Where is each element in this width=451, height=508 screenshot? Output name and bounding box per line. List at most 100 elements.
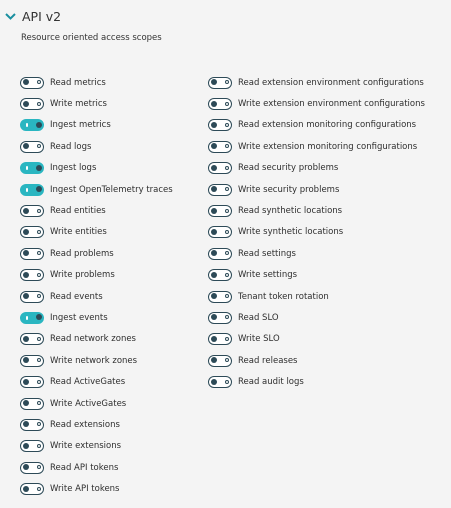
scope-row-write-api-tokens[interactable]: Write API tokens	[20, 478, 173, 499]
scope-row-read-metrics[interactable]: Read metrics	[20, 72, 173, 93]
scope-toggle[interactable]	[208, 183, 232, 196]
scope-toggle[interactable]	[208, 269, 232, 282]
scope-row-read-audit-logs[interactable]: Read audit logs	[208, 371, 425, 392]
toggle-ring	[224, 272, 229, 277]
scope-row-write-activegates[interactable]: Write ActiveGates	[20, 393, 173, 414]
scope-row-ingest-opentelemetry-traces[interactable]: Ingest OpenTelemetry traces	[20, 179, 173, 200]
toggle-ring	[36, 401, 41, 406]
scope-row-write-extensions[interactable]: Write extensions	[20, 436, 173, 457]
scope-toggle[interactable]	[208, 290, 232, 303]
toggle-knob	[22, 228, 29, 235]
scope-label: Read security problems	[238, 163, 339, 174]
scope-row-read-settings[interactable]: Read settings	[208, 243, 425, 264]
scope-toggle[interactable]	[20, 376, 44, 389]
scope-row-read-activegates[interactable]: Read ActiveGates	[20, 371, 173, 392]
scope-row-read-network-zones[interactable]: Read network zones	[20, 329, 173, 350]
scope-toggle[interactable]	[20, 119, 44, 132]
scope-toggle[interactable]	[20, 440, 44, 453]
chevron-down-icon[interactable]	[4, 10, 17, 23]
scope-row-read-extensions[interactable]: Read extensions	[20, 414, 173, 435]
scope-toggle[interactable]	[20, 183, 44, 196]
toggle-knob	[22, 250, 29, 257]
scope-toggle[interactable]	[208, 162, 232, 175]
scope-row-write-synthetic-locations[interactable]: Write synthetic locations	[208, 222, 425, 243]
scope-toggle[interactable]	[208, 226, 232, 239]
scope-label: Read events	[50, 291, 103, 302]
scope-toggle[interactable]	[20, 162, 44, 175]
scope-row-read-security-problems[interactable]: Read security problems	[208, 158, 425, 179]
scope-toggle[interactable]	[20, 76, 44, 89]
scope-toggle[interactable]	[208, 247, 232, 260]
scope-toggle[interactable]	[208, 354, 232, 367]
toggle-knob	[22, 207, 29, 214]
scope-toggle[interactable]	[208, 333, 232, 346]
toggle-ring	[36, 443, 41, 448]
scope-toggle[interactable]	[208, 205, 232, 218]
scope-row-write-security-problems[interactable]: Write security problems	[208, 179, 425, 200]
scope-toggle[interactable]	[20, 333, 44, 346]
scope-toggle[interactable]	[20, 354, 44, 367]
scope-toggle[interactable]	[20, 226, 44, 239]
scope-toggle[interactable]	[208, 98, 232, 111]
scope-row-write-metrics[interactable]: Write metrics	[20, 93, 173, 114]
scope-row-read-entities[interactable]: Read entities	[20, 200, 173, 221]
toggle-ring	[36, 294, 41, 299]
scope-toggle[interactable]	[20, 140, 44, 153]
toggle-ring	[224, 251, 229, 256]
scope-toggle[interactable]	[20, 311, 44, 324]
toggle-bar	[26, 315, 28, 320]
scope-row-read-events[interactable]: Read events	[20, 286, 173, 307]
scope-label: Write synthetic locations	[238, 227, 344, 238]
scope-row-read-problems[interactable]: Read problems	[20, 243, 173, 264]
scope-row-write-slo[interactable]: Write SLO	[208, 329, 425, 350]
scope-label: Write security problems	[238, 184, 340, 195]
toggle-knob	[35, 186, 42, 193]
scope-toggle[interactable]	[20, 98, 44, 111]
scope-row-read-slo[interactable]: Read SLO	[208, 307, 425, 328]
scope-row-write-network-zones[interactable]: Write network zones	[20, 350, 173, 371]
scope-toggle[interactable]	[20, 397, 44, 410]
scope-row-read-extension-monitoring-configurations[interactable]: Read extension monitoring configurations	[208, 115, 425, 136]
scope-toggle[interactable]	[208, 76, 232, 89]
scope-row-read-synthetic-locations[interactable]: Read synthetic locations	[208, 200, 425, 221]
scope-row-read-extension-environment-configurations[interactable]: Read extension environment configuration…	[208, 72, 425, 93]
scope-toggle[interactable]	[20, 205, 44, 218]
scope-row-write-problems[interactable]: Write problems	[20, 265, 173, 286]
toggle-ring	[36, 358, 41, 363]
scope-label: Read API tokens	[50, 462, 119, 473]
scope-row-tenant-token-rotation[interactable]: Tenant token rotation	[208, 286, 425, 307]
scope-label: Ingest logs	[50, 163, 97, 174]
scope-label: Write entities	[50, 227, 107, 238]
scope-row-read-logs[interactable]: Read logs	[20, 136, 173, 157]
toggle-ring	[224, 379, 229, 384]
scope-toggle[interactable]	[20, 418, 44, 431]
scope-row-ingest-events[interactable]: Ingest events	[20, 307, 173, 328]
scope-row-read-releases[interactable]: Read releases	[208, 350, 425, 371]
scope-toggle[interactable]	[20, 483, 44, 496]
scope-toggle[interactable]	[208, 311, 232, 324]
toggle-ring	[224, 294, 229, 299]
toggle-bar	[26, 187, 28, 192]
scope-row-write-entities[interactable]: Write entities	[20, 222, 173, 243]
toggle-knob	[22, 271, 29, 278]
scope-label: Write metrics	[50, 99, 107, 110]
toggle-knob	[22, 378, 29, 385]
scope-row-write-extension-monitoring-configurations[interactable]: Write extension monitoring configuration…	[208, 136, 425, 157]
toggle-bar	[26, 123, 28, 128]
scope-row-ingest-metrics[interactable]: Ingest metrics	[20, 115, 173, 136]
scope-toggle[interactable]	[20, 269, 44, 282]
scope-row-read-api-tokens[interactable]: Read API tokens	[20, 457, 173, 478]
scope-toggle[interactable]	[208, 376, 232, 389]
scope-toggle[interactable]	[208, 119, 232, 132]
toggle-ring	[224, 165, 229, 170]
scope-row-write-settings[interactable]: Write settings	[208, 265, 425, 286]
scope-toggle[interactable]	[20, 247, 44, 260]
toggle-knob	[210, 143, 217, 150]
scope-row-write-extension-environment-configurations[interactable]: Write extension environment configuratio…	[208, 93, 425, 114]
section-header[interactable]: API v2	[4, 8, 61, 24]
scope-toggle[interactable]	[208, 140, 232, 153]
toggle-ring	[224, 144, 229, 149]
scope-toggle[interactable]	[20, 290, 44, 303]
scope-toggle[interactable]	[20, 461, 44, 474]
scope-row-ingest-logs[interactable]: Ingest logs	[20, 158, 173, 179]
